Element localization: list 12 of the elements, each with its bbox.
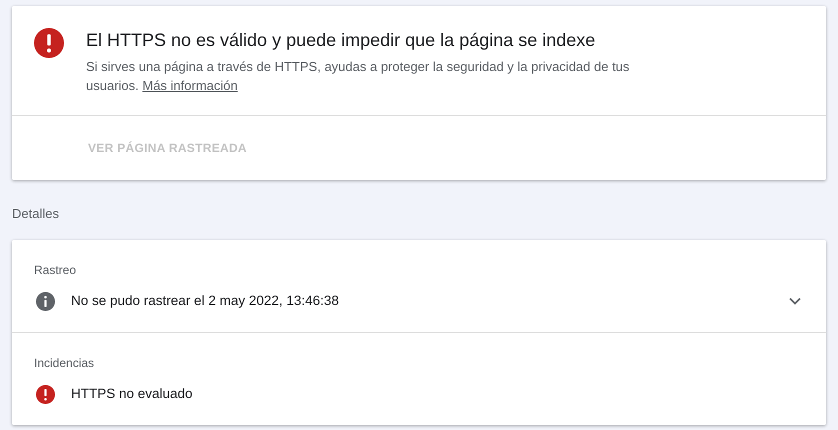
section-label: Rastreo bbox=[33, 262, 78, 278]
details-heading: Detalles bbox=[12, 206, 60, 222]
exclamation-icon bbox=[34, 28, 64, 58]
status-text: No se pudo rastrear el 2 may 2022, 13:46:38 bbox=[71, 292, 340, 310]
section-label: Incidencias bbox=[33, 355, 96, 371]
more-info-link[interactable]: Más información bbox=[142, 78, 238, 93]
issue-title: El HTTPS no es válido y puede impedir que la página se indexe bbox=[86, 29, 596, 52]
exclamation-icon bbox=[36, 384, 55, 404]
info-icon bbox=[36, 292, 55, 310]
status-text: HTTPS no evaluado bbox=[71, 384, 194, 403]
chevron-down-icon[interactable] bbox=[788, 296, 802, 306]
issue-description: Si sirves una página a través de HTTPS, ayudas a proteger la seguridad y la privacidad de tus usuarios. Más información bbox=[86, 58, 630, 95]
